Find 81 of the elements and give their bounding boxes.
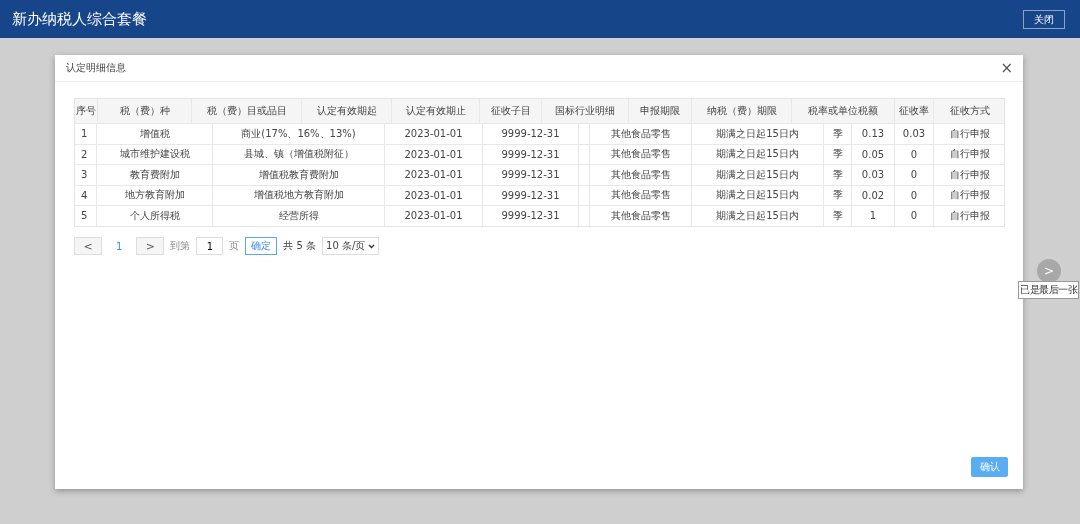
dialog-title: 认定明细信息 bbox=[66, 61, 126, 75]
table-cell: 其他食品零售 bbox=[589, 185, 691, 205]
table-cell: 2023-01-01 bbox=[384, 185, 482, 205]
table-cell: 期满之日起15日内 bbox=[691, 165, 823, 185]
page-input[interactable]: 1 bbox=[196, 237, 224, 255]
table-cell: 0.05 bbox=[851, 144, 894, 164]
table-cell: 9999-12-31 bbox=[482, 124, 578, 144]
table-cell: 自行申报 bbox=[933, 124, 1006, 144]
table-cell: 0.02 bbox=[851, 185, 894, 205]
table-cell-text: 2 bbox=[80, 147, 89, 162]
table-cell: 2023-01-01 bbox=[384, 206, 482, 226]
column-header: 序号 bbox=[75, 104, 97, 118]
table-cell-text: 5 bbox=[80, 209, 89, 224]
page-number[interactable]: 1 bbox=[108, 240, 131, 252]
goto-label: 到第 bbox=[170, 239, 191, 253]
table-cell: 季 bbox=[823, 165, 851, 185]
table-cell: 经营所得 bbox=[212, 206, 384, 226]
table-cell: 0 bbox=[894, 165, 933, 185]
column-header: 税（费）目或品目 bbox=[191, 99, 301, 123]
page-size-select[interactable]: 10 条/页 bbox=[322, 237, 380, 255]
table-cell: 2023-01-01 bbox=[384, 144, 482, 164]
table-cell: 季 bbox=[823, 206, 851, 226]
table-cell: 自行申报 bbox=[933, 165, 1006, 185]
close-button[interactable]: 关闭 bbox=[1023, 9, 1065, 29]
table-cell: 其他食品零售 bbox=[589, 144, 691, 164]
table-cell: 期满之日起15日内 bbox=[691, 206, 823, 226]
table-cell: 0.03 bbox=[894, 124, 933, 144]
page-title: 新办纳税人综合套餐 bbox=[12, 9, 147, 29]
column-header: 征收方式 bbox=[933, 99, 1006, 123]
chevron-down-icon bbox=[368, 243, 376, 249]
table-cell: 自行申报 bbox=[933, 144, 1006, 164]
table-cell-text: 3 bbox=[80, 168, 89, 183]
table-cell: 增值税教育费附加 bbox=[212, 165, 384, 185]
table-cell: 9999-12-31 bbox=[482, 144, 578, 164]
page-unit-label: 页 bbox=[229, 239, 240, 253]
table-cell: 地方教育附加 bbox=[96, 185, 212, 205]
table-cell: 0 bbox=[894, 185, 933, 205]
table-cell: 季 bbox=[823, 124, 851, 144]
column-header: 国标行业明细 bbox=[541, 99, 628, 123]
table-cell: 县城、镇（增值税附征） bbox=[212, 144, 384, 164]
table-cell-text: 4 bbox=[80, 188, 89, 203]
column-header: 征收率 bbox=[894, 99, 933, 123]
table-cell: 自行申报 bbox=[933, 185, 1006, 205]
table-cell: 其他食品零售 bbox=[589, 124, 691, 144]
table-cell: 期满之日起15日内 bbox=[691, 185, 823, 205]
table-cell: 季 bbox=[823, 185, 851, 205]
table-cell: 0 bbox=[894, 206, 933, 226]
table-cell: 个人所得税 bbox=[96, 206, 212, 226]
table-cell: 期满之日起15日内 bbox=[691, 144, 823, 164]
table-cell: 其他食品零售 bbox=[589, 206, 691, 226]
next-page-button[interactable]: > bbox=[136, 237, 165, 255]
column-header: 申报期限 bbox=[628, 99, 691, 123]
table-cell: 1 bbox=[851, 206, 894, 226]
table-cell: 0 bbox=[894, 144, 933, 164]
table-cell: 0.13 bbox=[851, 124, 894, 144]
table-cell: 商业(17%、16%、13%) bbox=[212, 124, 384, 144]
table-cell: 0.03 bbox=[851, 165, 894, 185]
table-cell: 增值税 bbox=[96, 124, 212, 144]
table-cell: 期满之日起15日内 bbox=[691, 124, 823, 144]
column-header: 认定有效期起 bbox=[301, 99, 391, 123]
table-cell: 其他食品零售 bbox=[589, 165, 691, 185]
table-cell: 9999-12-31 bbox=[482, 206, 578, 226]
column-header: 税（费）种 bbox=[97, 99, 191, 123]
total-count: 共 5 条 bbox=[283, 239, 317, 253]
column-header: 纳税（费）期限 bbox=[691, 99, 791, 123]
table-cell-text: 1 bbox=[80, 127, 89, 142]
table-cell: 9999-12-31 bbox=[482, 185, 578, 205]
table-cell: 教育费附加 bbox=[96, 165, 212, 185]
table-cell: 增值税地方教育附加 bbox=[212, 185, 384, 205]
table-cell: 2023-01-01 bbox=[384, 124, 482, 144]
column-header: 征收子目 bbox=[479, 99, 541, 123]
column-header: 税率或单位税额 bbox=[791, 99, 894, 123]
tooltip: 已是最后一张 bbox=[1018, 281, 1079, 299]
previous-page-button[interactable]: < bbox=[74, 237, 102, 255]
table-cell: 9999-12-31 bbox=[482, 165, 578, 185]
table-cell: 自行申报 bbox=[933, 206, 1006, 226]
table-cell: 城市维护建设税 bbox=[96, 144, 212, 164]
table-cell: 2023-01-01 bbox=[384, 165, 482, 185]
table-cell: 季 bbox=[823, 144, 851, 164]
column-header: 认定有效期止 bbox=[391, 99, 479, 123]
go-button[interactable]: 确定 bbox=[245, 237, 278, 255]
